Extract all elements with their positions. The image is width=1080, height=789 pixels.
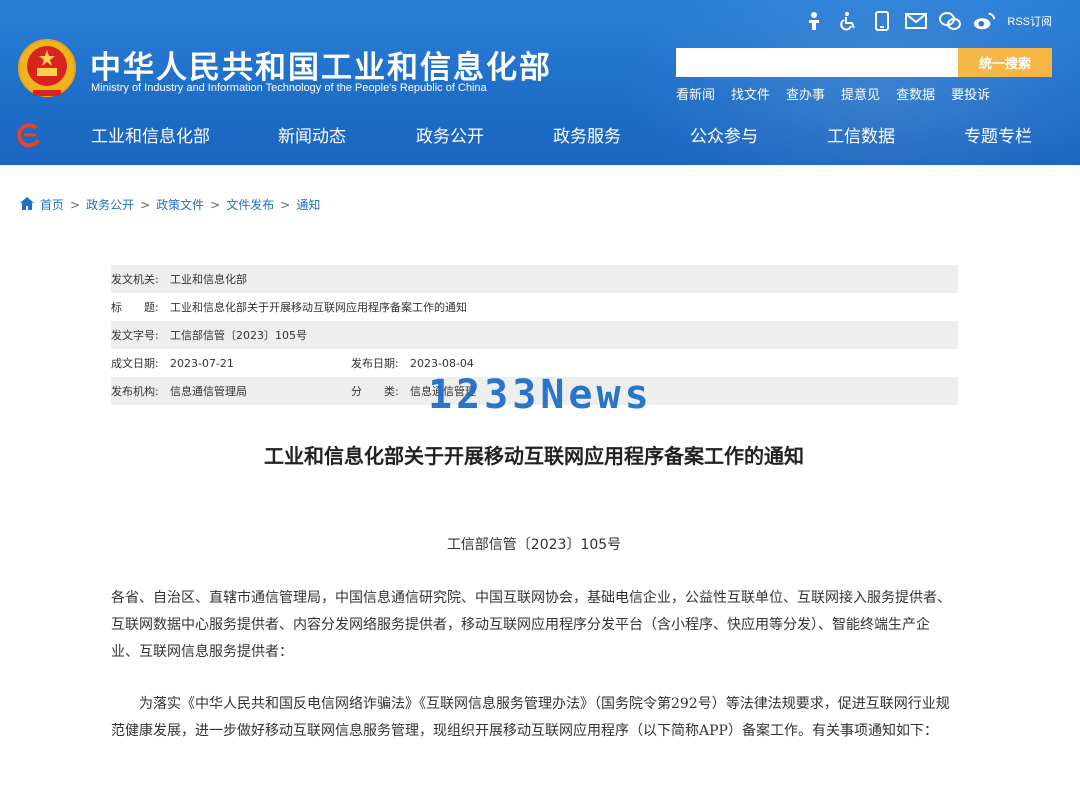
wechat-icon[interactable] (939, 10, 962, 32)
mobile-icon[interactable] (871, 10, 893, 32)
site-header: 中华人民共和国工业和信息化部 Ministry of Industry and … (0, 0, 1080, 165)
nav-item-public[interactable]: 公众参与 (690, 122, 758, 147)
quick-link-complaint[interactable]: 要投诉 (951, 84, 990, 103)
breadcrumb-notice[interactable]: 通知 (296, 196, 320, 213)
document-title: 工业和信息化部关于开展移动互联网应用程序备案工作的通知 (264, 444, 804, 468)
info-label: 发布日期: (351, 357, 399, 370)
breadcrumb-gov-affairs[interactable]: 政务公开 (86, 196, 134, 213)
nav-item-data[interactable]: 工信数据 (827, 122, 895, 147)
mail-icon[interactable] (905, 10, 928, 32)
info-value: 2023-08-04 (410, 356, 474, 370)
document-paragraph: 为落实《中华人民共和国反电信网络诈骗法》《互联网信息服务管理办法》（国务院令第2… (111, 696, 950, 739)
info-row-issuer: 发文机关: 工业和信息化部 (111, 265, 958, 293)
rss-link[interactable]: RSS订阅 (1007, 13, 1052, 29)
info-label: 发布机构: (111, 385, 159, 398)
weibo-icon[interactable] (973, 10, 996, 32)
nav-item-gov-services[interactable]: 政务服务 (553, 122, 621, 147)
breadcrumb-separator: > (140, 197, 151, 212)
info-value: 工业和信息化部关于开展移动互联网应用程序备案工作的通知 (170, 301, 467, 314)
accessibility-icon[interactable] (837, 10, 859, 32)
nav-item-gov-affairs[interactable]: 政务公开 (416, 122, 484, 147)
home-icon[interactable] (20, 196, 34, 213)
quick-link-files[interactable]: 找文件 (731, 84, 770, 103)
info-label: 发文机关: (111, 273, 159, 286)
info-value: 工信部信管〔2023〕105号 (170, 329, 307, 342)
nav-item-topics[interactable]: 专题专栏 (964, 122, 1032, 147)
search-button[interactable]: 统一搜索 (958, 48, 1052, 77)
quick-link-news[interactable]: 看新闻 (676, 84, 715, 103)
breadcrumb: 首页 > 政务公开 > 政策文件 > 文件发布 > 通知 (20, 196, 320, 213)
site-title[interactable]: 中华人民共和国工业和信息化部 (90, 42, 552, 87)
info-row-doc-no: 发文字号: 工信部信管〔2023〕105号 (111, 321, 958, 349)
info-value: 信息通信管理局 (170, 385, 247, 398)
quick-link-data[interactable]: 查数据 (896, 84, 935, 103)
nav-item-news[interactable]: 新闻动态 (278, 122, 346, 147)
quick-link-services[interactable]: 查办事 (786, 84, 825, 103)
search-input[interactable] (676, 48, 958, 77)
breadcrumb-separator: > (70, 197, 81, 212)
header-toolbar: RSS订阅 (803, 10, 1052, 32)
info-label: 成文日期: (111, 357, 159, 370)
info-value: 2023-07-21 (170, 356, 234, 370)
breadcrumb-separator: > (280, 197, 291, 212)
nav-item-ministry[interactable]: 工业和信息化部 (91, 122, 210, 147)
watermark: 1233News (428, 372, 653, 418)
info-label: 发文字号: (111, 329, 159, 342)
breadcrumb-policy-files[interactable]: 政策文件 (156, 196, 204, 213)
breadcrumb-file-release[interactable]: 文件发布 (226, 196, 274, 213)
breadcrumb-separator: > (210, 197, 221, 212)
elderly-icon[interactable] (803, 10, 825, 32)
info-label: 分 类: (351, 385, 399, 398)
breadcrumb-home[interactable]: 首页 (40, 196, 64, 213)
document-number: 工信部信管〔2023〕105号 (446, 537, 622, 553)
info-row-title: 标 题: 工业和信息化部关于开展移动互联网应用程序备案工作的通知 (111, 293, 958, 321)
quick-links: 看新闻 找文件 查办事 提意见 查数据 要投诉 (676, 84, 990, 103)
info-label: 标 题: (111, 301, 159, 314)
info-value: 工业和信息化部 (170, 273, 247, 286)
main-nav: 工业和信息化部 新闻动态 政务公开 政务服务 公众参与 工信数据 专题专栏 (0, 118, 1080, 154)
document-paragraph: 各省、自治区、直辖市通信管理局，中国信息通信研究院、中国互联网协会，基础电信企业… (111, 590, 951, 660)
quick-link-feedback[interactable]: 提意见 (841, 84, 880, 103)
national-emblem-icon[interactable] (17, 38, 77, 100)
site-subtitle: Ministry of Industry and Information Tec… (91, 82, 487, 94)
